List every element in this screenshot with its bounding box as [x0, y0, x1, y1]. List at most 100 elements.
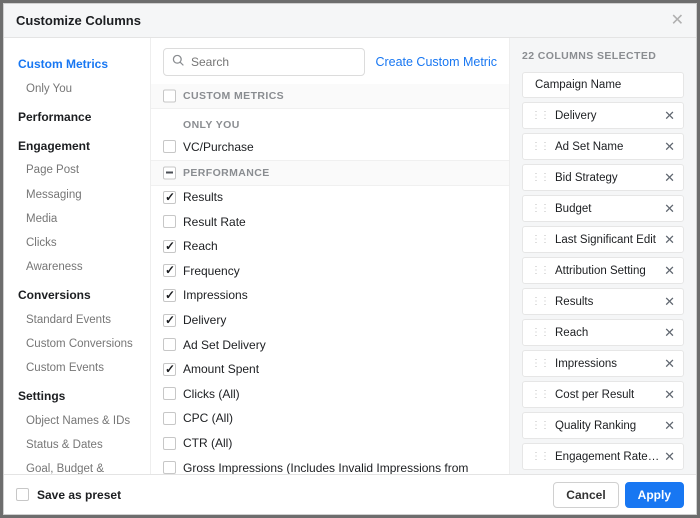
- metric-checkbox[interactable]: [163, 387, 176, 400]
- selected-column-item[interactable]: ⋮⋮Impressions✕: [522, 350, 684, 377]
- footer-buttons: Cancel Apply: [553, 482, 684, 508]
- metric-row[interactable]: Clicks (All): [151, 382, 509, 407]
- drag-handle-icon[interactable]: ⋮⋮: [531, 420, 549, 431]
- remove-column-button[interactable]: ✕: [662, 419, 677, 432]
- remove-column-button[interactable]: ✕: [662, 295, 677, 308]
- drag-handle-icon[interactable]: ⋮⋮: [531, 203, 549, 214]
- metric-checkbox[interactable]: [163, 264, 176, 277]
- metric-row[interactable]: Gross Impressions (Includes Invalid Impr…: [151, 456, 509, 474]
- save-as-preset[interactable]: Save as preset: [16, 488, 121, 502]
- drag-handle-icon[interactable]: ⋮⋮: [531, 265, 549, 276]
- metric-checkbox[interactable]: [163, 215, 176, 228]
- selected-column-item[interactable]: Campaign Name: [522, 72, 684, 98]
- sidebar-item[interactable]: Status & Dates: [4, 433, 150, 457]
- selected-column-item[interactable]: ⋮⋮Delivery✕: [522, 102, 684, 129]
- metric-row[interactable]: Result Rate: [151, 210, 509, 235]
- selected-column-item[interactable]: ⋮⋮Quality Ranking✕: [522, 412, 684, 439]
- selected-column-label: Bid Strategy: [555, 172, 662, 184]
- sidebar-item[interactable]: Media: [4, 207, 150, 231]
- drag-handle-icon[interactable]: ⋮⋮: [531, 389, 549, 400]
- drag-handle-icon[interactable]: ⋮⋮: [531, 172, 549, 183]
- metric-checkbox[interactable]: [163, 314, 176, 327]
- remove-column-button[interactable]: ✕: [662, 233, 677, 246]
- metric-row[interactable]: VC/Purchase: [151, 135, 509, 160]
- sidebar-item[interactable]: Only You: [4, 77, 150, 101]
- remove-column-button[interactable]: ✕: [662, 202, 677, 215]
- save-preset-checkbox[interactable]: [16, 488, 29, 501]
- drag-handle-icon[interactable]: ⋮⋮: [531, 234, 549, 245]
- metric-label: Result Rate: [183, 215, 246, 231]
- save-preset-label: Save as preset: [37, 488, 121, 502]
- metric-group-header[interactable]: CUSTOM METRICS: [151, 84, 509, 109]
- selected-column-item[interactable]: ⋮⋮Budget✕: [522, 195, 684, 222]
- drag-handle-icon[interactable]: ⋮⋮: [531, 327, 549, 338]
- metric-row[interactable]: CTR (All): [151, 432, 509, 457]
- metric-list: CUSTOM METRICSONLY YOUVC/PurchasePERFORM…: [151, 84, 509, 474]
- remove-column-button[interactable]: ✕: [662, 326, 677, 339]
- remove-column-button[interactable]: ✕: [662, 140, 677, 153]
- drag-handle-icon[interactable]: ⋮⋮: [531, 296, 549, 307]
- cancel-button[interactable]: Cancel: [553, 482, 618, 508]
- sidebar-header[interactable]: Settings: [4, 380, 150, 409]
- metric-row[interactable]: CPC (All): [151, 407, 509, 432]
- metric-row[interactable]: Impressions: [151, 284, 509, 309]
- search-box[interactable]: [163, 48, 365, 76]
- metric-checkbox[interactable]: [163, 289, 176, 302]
- remove-column-button[interactable]: ✕: [662, 388, 677, 401]
- metric-checkbox[interactable]: [163, 363, 176, 376]
- sidebar-item[interactable]: Messaging: [4, 183, 150, 207]
- sidebar-item[interactable]: Awareness: [4, 255, 150, 279]
- sidebar-item[interactable]: Custom Events: [4, 356, 150, 380]
- metric-checkbox[interactable]: [163, 140, 176, 153]
- metric-row[interactable]: Delivery: [151, 309, 509, 334]
- metric-checkbox[interactable]: [163, 338, 176, 351]
- sidebar-item[interactable]: Goal, Budget & Schedule: [4, 457, 150, 474]
- metric-label: Impressions: [183, 288, 248, 304]
- drag-handle-icon[interactable]: ⋮⋮: [531, 110, 549, 121]
- selected-column-item[interactable]: ⋮⋮ Bid Strategy✕: [522, 164, 684, 191]
- remove-column-button[interactable]: ✕: [662, 109, 677, 122]
- sidebar-header[interactable]: Conversions: [4, 279, 150, 308]
- selected-count-header: 22 COLUMNS SELECTED: [522, 50, 684, 62]
- apply-button[interactable]: Apply: [625, 482, 684, 508]
- drag-handle-icon[interactable]: ⋮⋮: [531, 141, 549, 152]
- metric-row[interactable]: Reach: [151, 235, 509, 260]
- remove-column-button[interactable]: ✕: [662, 171, 677, 184]
- metric-group-header[interactable]: PERFORMANCE: [151, 160, 509, 186]
- metric-checkbox[interactable]: [163, 191, 176, 204]
- sidebar-item[interactable]: Standard Events: [4, 308, 150, 332]
- sidebar-header[interactable]: Custom Metrics: [4, 48, 150, 77]
- group-checkbox[interactable]: [163, 90, 176, 103]
- search-input[interactable]: [191, 55, 356, 69]
- create-custom-metric-link[interactable]: Create Custom Metric: [375, 55, 497, 69]
- selected-column-item[interactable]: ⋮⋮Cost per Result✕: [522, 381, 684, 408]
- metric-row[interactable]: Amount Spent: [151, 358, 509, 383]
- selected-column-item[interactable]: ⋮⋮Results✕: [522, 288, 684, 315]
- selected-column-item[interactable]: ⋮⋮Reach✕: [522, 319, 684, 346]
- close-button[interactable]: ✕: [671, 13, 684, 29]
- group-checkbox[interactable]: [163, 166, 176, 179]
- metric-checkbox[interactable]: [163, 437, 176, 450]
- remove-column-button[interactable]: ✕: [662, 450, 677, 463]
- metric-row[interactable]: Frequency: [151, 259, 509, 284]
- remove-column-button[interactable]: ✕: [662, 264, 677, 277]
- drag-handle-icon[interactable]: ⋮⋮: [531, 451, 549, 462]
- metric-checkbox[interactable]: [163, 412, 176, 425]
- sidebar-item[interactable]: Object Names & IDs: [4, 409, 150, 433]
- sidebar-header[interactable]: Engagement: [4, 130, 150, 159]
- drag-handle-icon[interactable]: ⋮⋮: [531, 358, 549, 369]
- metric-checkbox[interactable]: [163, 461, 176, 474]
- selected-column-item[interactable]: ⋮⋮Engagement Rate Ranking✕: [522, 443, 684, 470]
- sidebar-item[interactable]: Custom Conversions: [4, 332, 150, 356]
- selected-column-item[interactable]: ⋮⋮Ad Set Name✕: [522, 133, 684, 160]
- sidebar-item[interactable]: Clicks: [4, 231, 150, 255]
- remove-column-button[interactable]: ✕: [662, 357, 677, 370]
- selected-column-item[interactable]: ⋮⋮Attribution Setting✕: [522, 257, 684, 284]
- sidebar-header[interactable]: Performance: [4, 101, 150, 130]
- sidebar-item[interactable]: Page Post: [4, 158, 150, 182]
- metric-row[interactable]: Ad Set Delivery: [151, 333, 509, 358]
- metric-row[interactable]: Results: [151, 186, 509, 211]
- metric-checkbox[interactable]: [163, 240, 176, 253]
- group-label: PERFORMANCE: [183, 167, 270, 179]
- selected-column-item[interactable]: ⋮⋮Last Significant Edit✕: [522, 226, 684, 253]
